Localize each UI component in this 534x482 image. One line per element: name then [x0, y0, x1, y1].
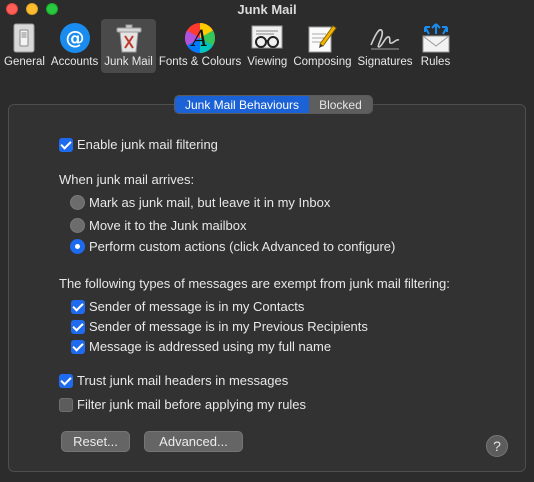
toolbar-label: Fonts & Colours	[158, 56, 242, 68]
toolbar-label: Signatures	[357, 56, 413, 68]
enable-filtering-checkbox[interactable]	[59, 137, 73, 152]
toolbar-label: Viewing	[247, 56, 288, 68]
pencil-note-icon	[305, 22, 339, 54]
toolbar-item-signatures[interactable]: Signatures	[355, 19, 416, 73]
filter-before-rules-label: Filter junk mail before applying my rule…	[77, 397, 307, 412]
filter-before-rules-checkbox[interactable]	[59, 397, 73, 412]
tab-blocked[interactable]: Blocked	[309, 96, 372, 113]
trust-headers-option[interactable]: Trust junk mail headers in messages	[59, 373, 288, 388]
exempt-previous-recipients-option[interactable]: Sender of message is in my Previous Reci…	[71, 319, 368, 334]
exempt-contacts-checkbox[interactable]	[71, 299, 85, 314]
exempt-previous-recipients-label: Sender of message is in my Previous Reci…	[89, 319, 368, 334]
toolbar-item-fonts-colours[interactable]: A Fonts & Colours	[156, 19, 244, 73]
radio-button[interactable]	[70, 218, 85, 233]
radio-custom-actions[interactable]: Perform custom actions (click Advanced t…	[70, 239, 395, 254]
toolbar-label: Composing	[293, 56, 352, 68]
svg-text:A: A	[190, 27, 208, 52]
reset-button[interactable]: Reset...	[61, 431, 130, 452]
trust-headers-checkbox[interactable]	[59, 373, 73, 388]
enable-filtering-option[interactable]: Enable junk mail filtering	[59, 137, 218, 152]
advanced-button[interactable]: Advanced...	[144, 431, 243, 452]
radio-button[interactable]	[70, 239, 85, 254]
enable-filtering-label: Enable junk mail filtering	[77, 137, 218, 152]
trash-bin-icon	[112, 22, 146, 54]
exempt-previous-recipients-checkbox[interactable]	[71, 319, 85, 334]
envelope-arrows-icon	[419, 22, 453, 54]
radio-label: Move it to the Junk mailbox	[89, 218, 247, 233]
glasses-icon	[250, 22, 284, 54]
toolbar-item-rules[interactable]: Rules	[416, 19, 456, 73]
toolbar-item-viewing[interactable]: Viewing	[244, 19, 290, 73]
radio-label: Mark as junk mail, but leave it in my In…	[89, 195, 331, 210]
exempt-heading: The following types of messages are exem…	[59, 276, 450, 291]
help-button[interactable]: ?	[486, 435, 508, 457]
junk-mail-tabs: Junk Mail Behaviours Blocked	[174, 95, 373, 114]
toolbar-label: Accounts	[50, 56, 99, 68]
arrives-heading: When junk mail arrives:	[59, 172, 195, 187]
switch-icon	[7, 22, 41, 54]
at-sign-icon: @	[58, 22, 92, 54]
toolbar-item-composing[interactable]: Composing	[290, 19, 354, 73]
toolbar-item-junk-mail[interactable]: Junk Mail	[101, 19, 156, 73]
title-bar: Junk Mail	[0, 0, 534, 19]
radio-move-to-junk[interactable]: Move it to the Junk mailbox	[70, 218, 247, 233]
toolbar-label: General	[4, 56, 45, 68]
window-title: Junk Mail	[237, 2, 297, 17]
exempt-contacts-option[interactable]: Sender of message is in my Contacts	[71, 299, 304, 314]
radio-button[interactable]	[70, 195, 85, 210]
tab-junk-mail-behaviours[interactable]: Junk Mail Behaviours	[175, 96, 310, 113]
exempt-full-name-checkbox[interactable]	[71, 339, 85, 354]
radio-label: Perform custom actions (click Advanced t…	[89, 239, 396, 254]
toolbar-item-general[interactable]: General	[1, 19, 48, 73]
filter-before-rules-option[interactable]: Filter junk mail before applying my rule…	[59, 397, 306, 412]
color-wheel-icon: A	[183, 22, 217, 54]
exempt-full-name-option[interactable]: Message is addressed using my full name	[71, 339, 331, 354]
toolbar-label: Rules	[420, 56, 451, 68]
exempt-full-name-label: Message is addressed using my full name	[89, 339, 332, 354]
radio-mark-as-junk[interactable]: Mark as junk mail, but leave it in my In…	[70, 195, 330, 210]
toolbar-label: Junk Mail	[104, 56, 153, 68]
trust-headers-label: Trust junk mail headers in messages	[77, 373, 289, 388]
signature-icon	[368, 22, 402, 54]
preferences-toolbar: General @ Accounts Junk Mail A Fonts & C…	[0, 19, 534, 74]
exempt-contacts-label: Sender of message is in my Contacts	[89, 299, 305, 314]
toolbar-item-accounts[interactable]: @ Accounts	[48, 19, 101, 73]
svg-text:@: @	[65, 27, 84, 49]
